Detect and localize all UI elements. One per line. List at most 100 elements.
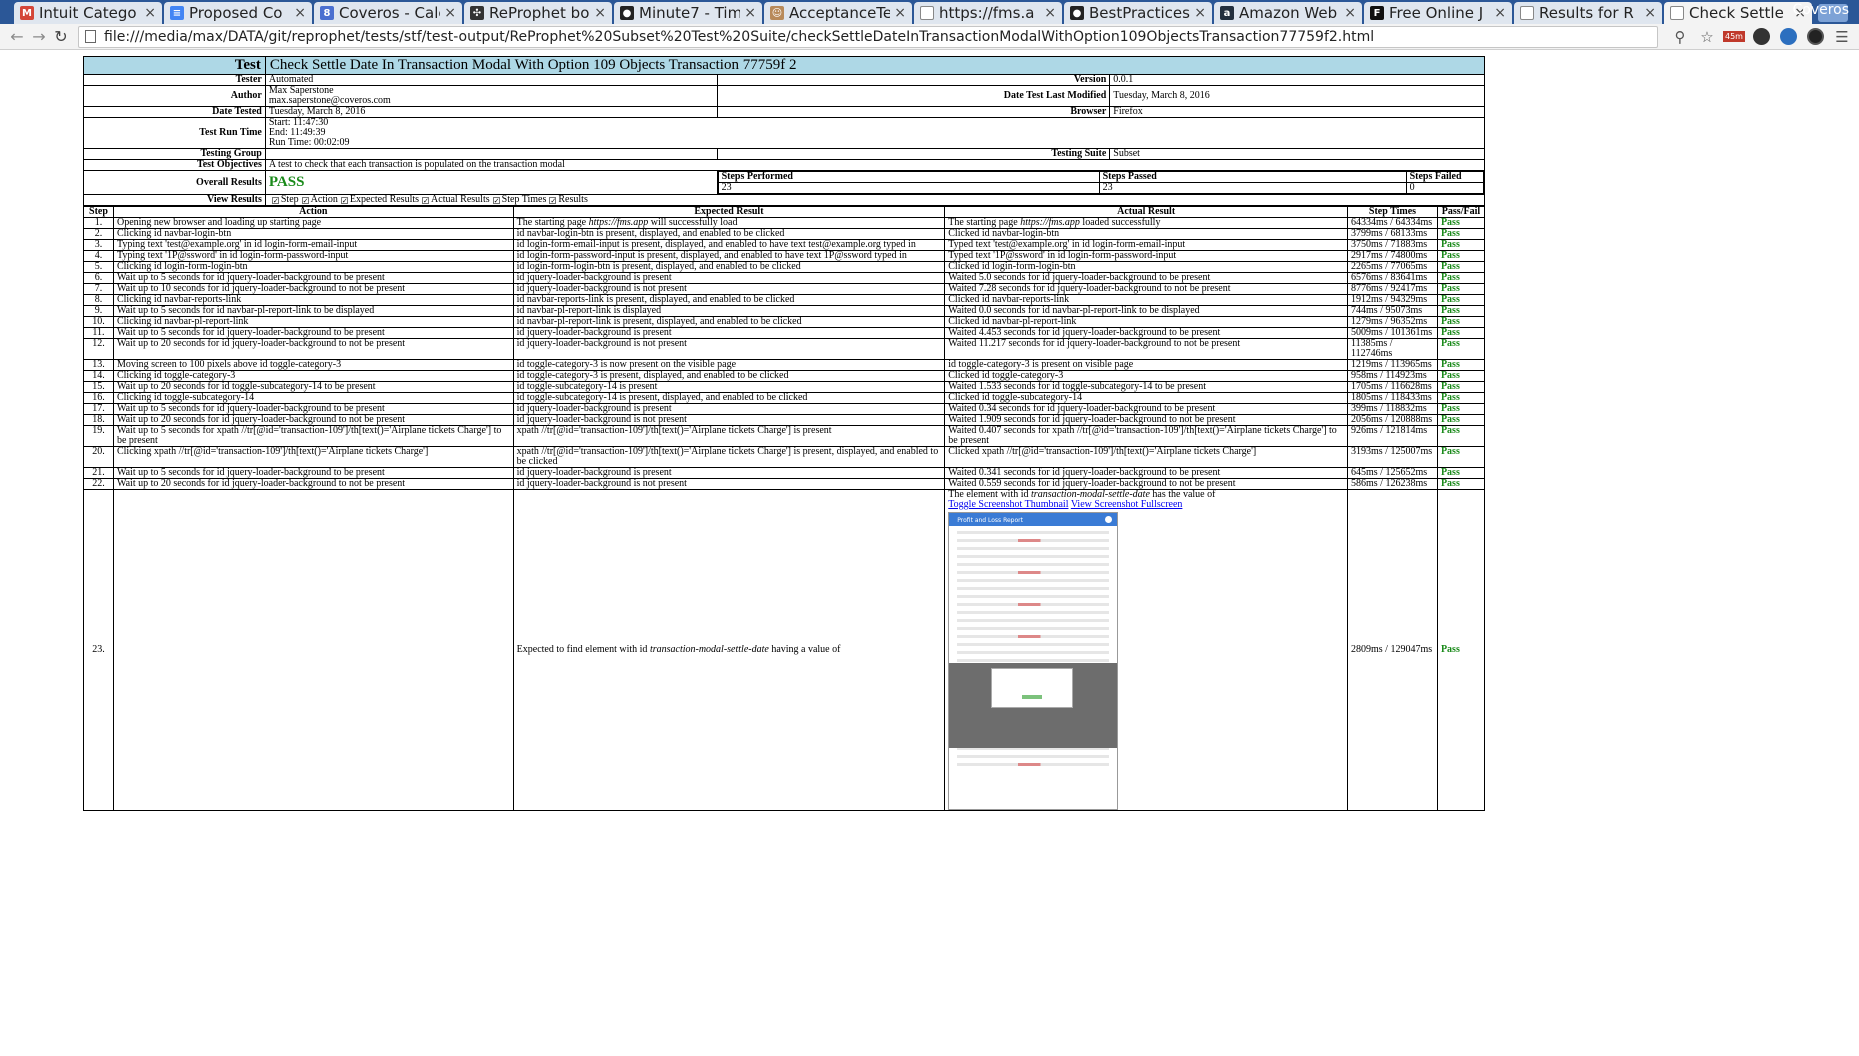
close-icon[interactable]: × [894,5,906,21]
step-time: 2265ms / 77065ms [1347,261,1438,273]
forward-arrow-icon[interactable]: → [28,26,50,48]
step-actual: Waited 1.909 seconds for id jquery-loade… [944,414,1348,426]
browser-tab[interactable]: F Free Online J × [1364,2,1512,24]
menu-icon[interactable]: ☰ [1831,26,1853,48]
step-actual: Waited 7.28 seconds for id jquery-loader… [944,283,1348,295]
reload-icon[interactable]: ↻ [50,26,72,48]
tab-label: Coveros - Cale [339,4,441,22]
freeformatter-icon: F [1370,6,1384,20]
browser-tab[interactable]: Results for R × [1514,2,1662,24]
close-icon[interactable]: × [144,5,156,21]
close-icon[interactable]: × [1194,5,1206,21]
view-option[interactable]: ✓ Expected Results [338,194,419,205]
browser-tab[interactable]: ● BestPractices × [1064,2,1212,24]
view-option[interactable]: ✓ Action [299,194,338,205]
table-row: 8. Clicking id navbar-reports-link id navb… [83,294,1486,306]
tab-label: BestPractices [1089,4,1190,22]
table-row: 23. Expected to find element with id tran… [83,489,1486,811]
browser-tab[interactable]: https://fms.a × [914,2,1062,24]
step-time: 3750ms / 71883ms [1347,239,1438,251]
step-actual: Clicked id toggle-subcategory-14 [944,392,1348,404]
close-icon[interactable]: × [1044,5,1056,21]
run-duration: Run Time: 00:02:09 [268,137,350,148]
jenkins-icon: ☺ [770,6,784,20]
step-expected: xpath //tr[@id='transaction-109']/th[tex… [512,446,946,468]
step-result: Pass [1436,478,1486,490]
table-row: 19. Wait up to 5 seconds for xpath //tr[@… [83,425,1486,447]
browser-tab[interactable]: ● Minute7 - Tim × [614,2,762,24]
checkbox-checked-icon[interactable]: ✓ [271,197,279,205]
steps-performed-label: Steps Performed [717,171,1100,183]
close-icon[interactable]: × [1494,5,1506,21]
checkbox-checked-icon[interactable]: ✓ [492,197,500,205]
step-result: Pass [1436,250,1486,262]
extension-circle-icon[interactable] [1750,26,1772,48]
close-icon[interactable]: × [744,5,756,21]
tester-label: Tester [83,74,266,86]
step-expected: id login-form-email-input is present, di… [512,239,946,251]
docs-icon: ≡ [170,6,184,20]
step-result: Pass [1436,338,1486,360]
step-actual: Waited 11.217 seconds for id jquery-load… [944,338,1348,360]
close-icon[interactable]: × [1644,5,1656,21]
checkbox-checked-icon[interactable]: ✓ [340,197,348,205]
back-arrow-icon[interactable]: ← [6,26,28,48]
extension-globe-icon[interactable] [1777,26,1799,48]
step-number: 18. [83,414,114,426]
page-icon [1520,6,1534,20]
step-result: Pass [1436,294,1486,306]
screenshot-thumbnail[interactable]: Profit and Loss Report [948,512,1119,810]
close-icon[interactable]: × [594,5,606,21]
checkbox-checked-icon[interactable]: ✓ [301,197,309,205]
step-actual: Typed text '1P@ssword' in id login-form-… [944,250,1348,262]
step-time: 586ms / 126238ms [1347,478,1438,490]
browser-tab[interactable]: a Amazon Web × [1214,2,1362,24]
close-icon[interactable]: × [294,5,306,21]
step-actual: The element with id transaction-modal-se… [944,489,1348,811]
browser-tab[interactable]: ≡ Proposed Co × [164,2,312,24]
step-actual: Typed text 'test@example.org' in id logi… [944,239,1348,251]
close-icon[interactable]: × [444,5,456,21]
checkbox-checked-icon[interactable]: ✓ [549,197,557,205]
step-number: 4. [83,250,114,262]
close-icon[interactable]: × [1344,5,1356,21]
checkbox-checked-icon[interactable]: ✓ [422,197,430,205]
table-row: 5. Clicking id login-form-login-btn id log… [83,261,1486,273]
zoom-icon[interactable]: ⚲ [1669,26,1691,48]
column-header: Expected Result [512,206,946,218]
address-bar[interactable]: file:///media/max/DATA/git/reprophet/tes… [78,25,1658,48]
objectives-label: Test Objectives [83,159,266,171]
view-option[interactable]: ✓ Actual Results [419,194,490,205]
view-option[interactable]: ✓ Step [269,194,299,205]
step-expected: id jquery-loader-background is not prese… [512,338,946,360]
step-expected: id jquery-loader-background is not prese… [512,414,946,426]
view-option[interactable]: ✓ Step Times [490,194,546,205]
author-value: Max Saperstone max.saperstone@coveros.co… [264,85,718,107]
browser-tab[interactable]: M Intuit Catego × [14,2,162,24]
extension-timer-icon[interactable]: 45m [1723,26,1745,48]
browser-tab[interactable]: ✣ ReProphet bo × [464,2,612,24]
view-option-label: Actual Results [431,194,490,205]
thumbnail-row [957,555,1110,558]
browser-tab[interactable]: Check Settle I × [1664,2,1812,24]
profile-name[interactable]: Coveros [1792,2,1849,18]
step-action: Wait up to 20 seconds for id jquery-load… [112,478,514,490]
view-results-options: ✓ Step ✓ Action ✓ Expected Results ✓ Actual Res… [264,194,1486,206]
step-action: Clicking xpath //tr[@id='transaction-109… [112,446,514,468]
bookmark-star-icon[interactable]: ☆ [1696,26,1718,48]
lastpass-icon[interactable] [1804,26,1826,48]
step-number: 8. [83,294,114,306]
view-results-label: View Results [83,194,266,206]
step-number: 10. [83,316,114,328]
view-option[interactable]: ✓ Results [546,194,588,205]
step-expected: id navbar-reports-link is present, displ… [512,294,946,306]
browser-tab[interactable]: ☺ AcceptanceTe × [764,2,912,24]
toggle-thumbnail-link[interactable]: Toggle Screenshot Thumbnail [948,499,1068,510]
table-row: 16. Clicking id toggle-subcategory-14 id t… [83,392,1486,404]
step-result: Pass [1436,283,1486,295]
step-action: Wait up to 20 seconds for id jquery-load… [112,338,514,360]
browser-tab[interactable]: 8 Coveros - Cale × [314,2,462,24]
fullscreen-link[interactable]: View Screenshot Fullscreen [1071,499,1183,510]
thumbnail-title: Profit and Loss Report [957,517,1023,524]
step-result: Pass [1436,381,1486,393]
